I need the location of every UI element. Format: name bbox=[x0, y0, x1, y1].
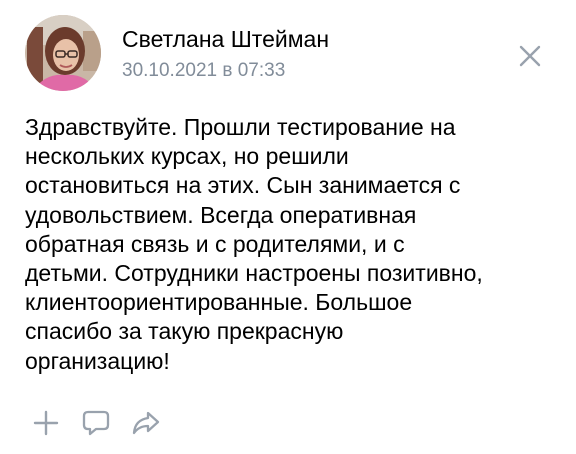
post-text-line: клиентоориентированные. Большое bbox=[25, 289, 413, 316]
like-button[interactable] bbox=[28, 405, 64, 441]
comment-icon bbox=[82, 410, 110, 436]
post-text-line: спасибо за такую прекрасную bbox=[25, 318, 344, 345]
plus-icon bbox=[33, 410, 59, 436]
review-post: Светлана Штейман 30.10.2021 в 07:33 Здра… bbox=[0, 0, 576, 454]
post-text-line: остановиться на этих. Сын занимается с bbox=[25, 172, 461, 199]
close-button[interactable] bbox=[512, 38, 548, 74]
post-text-line: Здравствуйте. Прошли тестирование на bbox=[25, 114, 456, 140]
post-text-line: нескольких курсах, но решили bbox=[25, 143, 349, 170]
post-actions bbox=[28, 404, 178, 442]
post-date[interactable]: 30.10.2021 в 07:33 bbox=[122, 58, 285, 84]
avatar[interactable] bbox=[25, 15, 101, 91]
post-text-line: удовольствием. Всегда оперативная bbox=[25, 201, 417, 228]
avatar-photo bbox=[25, 15, 101, 91]
post-text-line: детьми. Сотрудники настроены позитивно, bbox=[25, 260, 483, 287]
comment-button[interactable] bbox=[78, 405, 114, 441]
close-icon bbox=[519, 45, 541, 67]
post-text: Здравствуйте. Прошли тестирование на нес… bbox=[25, 113, 555, 376]
share-button[interactable] bbox=[128, 405, 164, 441]
post-text-line: обратная связь и с родителями, и с bbox=[25, 230, 405, 257]
share-icon bbox=[132, 411, 160, 435]
post-text-line: организацию! bbox=[25, 347, 170, 374]
author-name[interactable]: Светлана Штейман bbox=[122, 24, 329, 54]
